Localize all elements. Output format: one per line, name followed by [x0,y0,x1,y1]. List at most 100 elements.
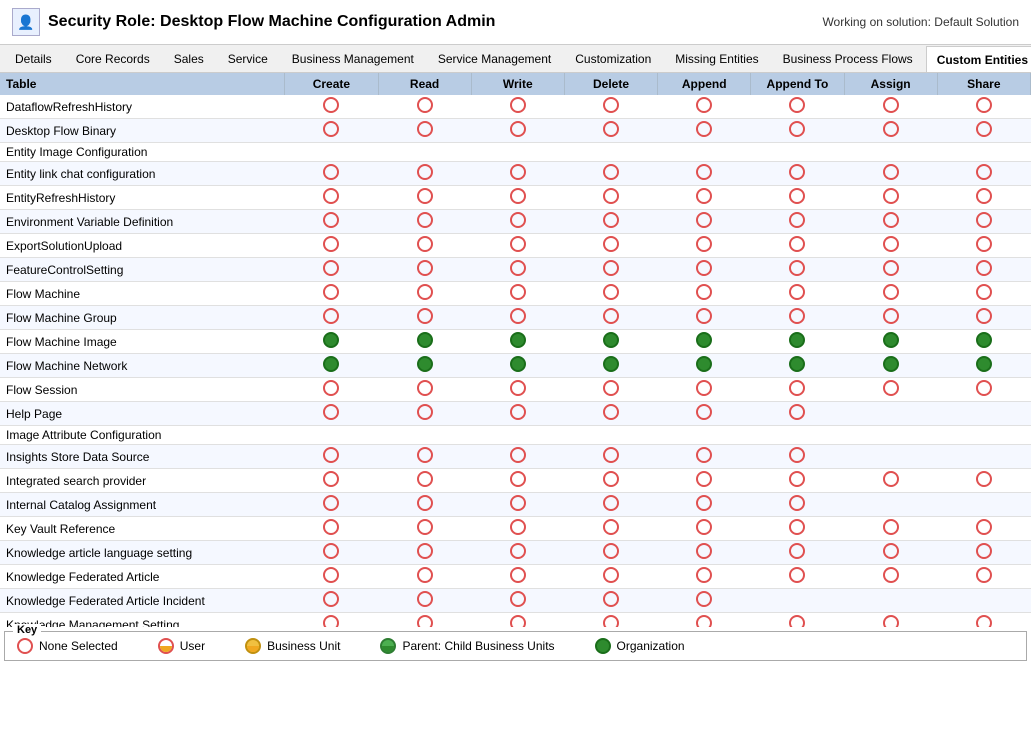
table-cell-read[interactable] [378,493,471,517]
table-cell-write[interactable] [471,565,564,589]
table-cell-append_to[interactable] [751,330,844,354]
table-cell-delete[interactable] [564,186,657,210]
table-cell-assign[interactable] [844,258,937,282]
table-cell-create[interactable] [285,162,378,186]
table-cell-create[interactable] [285,186,378,210]
table-cell-share[interactable] [937,613,1030,628]
table-cell-write[interactable] [471,541,564,565]
table-cell-assign[interactable] [844,306,937,330]
table-cell-assign[interactable] [844,378,937,402]
table-cell-create[interactable] [285,589,378,613]
table-cell-delete[interactable] [564,210,657,234]
table-cell-delete[interactable] [564,354,657,378]
table-cell-append[interactable] [658,186,751,210]
table-cell-read[interactable] [378,258,471,282]
table-cell-share[interactable] [937,402,1030,426]
table-cell-append_to[interactable] [751,517,844,541]
table-cell-append[interactable] [658,469,751,493]
table-cell-assign[interactable] [844,95,937,119]
table-cell-create[interactable] [285,541,378,565]
table-cell-delete[interactable] [564,95,657,119]
table-cell-share[interactable] [937,378,1030,402]
table-cell-write[interactable] [471,95,564,119]
table-cell-share[interactable] [937,565,1030,589]
table-cell-append[interactable] [658,613,751,628]
table-cell-write[interactable] [471,402,564,426]
table-cell-append[interactable] [658,402,751,426]
table-cell-share[interactable] [937,541,1030,565]
table-cell-append_to[interactable] [751,613,844,628]
table-cell-assign[interactable] [844,541,937,565]
table-cell-append[interactable] [658,426,751,445]
table-cell-append_to[interactable] [751,162,844,186]
table-cell-read[interactable] [378,378,471,402]
table-cell-append[interactable] [658,589,751,613]
table-cell-append_to[interactable] [751,95,844,119]
table-cell-share[interactable] [937,469,1030,493]
table-cell-write[interactable] [471,162,564,186]
table-cell-share[interactable] [937,426,1030,445]
table-cell-write[interactable] [471,378,564,402]
table-cell-read[interactable] [378,143,471,162]
table-cell-assign[interactable] [844,445,937,469]
table-cell-read[interactable] [378,210,471,234]
table-cell-append[interactable] [658,234,751,258]
tab-sales[interactable]: Sales [163,45,215,72]
table-cell-write[interactable] [471,589,564,613]
table-cell-write[interactable] [471,493,564,517]
table-cell-write[interactable] [471,234,564,258]
table-cell-append[interactable] [658,445,751,469]
table-cell-create[interactable] [285,306,378,330]
table-cell-write[interactable] [471,330,564,354]
table-cell-assign[interactable] [844,402,937,426]
table-cell-read[interactable] [378,186,471,210]
table-cell-write[interactable] [471,426,564,445]
table-cell-append[interactable] [658,282,751,306]
table-cell-read[interactable] [378,426,471,445]
table-cell-create[interactable] [285,143,378,162]
table-cell-delete[interactable] [564,402,657,426]
table-cell-append_to[interactable] [751,210,844,234]
table-cell-create[interactable] [285,234,378,258]
table-cell-write[interactable] [471,186,564,210]
table-cell-share[interactable] [937,186,1030,210]
table-cell-append_to[interactable] [751,258,844,282]
table-cell-assign[interactable] [844,354,937,378]
table-cell-delete[interactable] [564,258,657,282]
table-cell-create[interactable] [285,613,378,628]
table-cell-append_to[interactable] [751,445,844,469]
table-cell-create[interactable] [285,493,378,517]
table-cell-share[interactable] [937,143,1030,162]
table-cell-read[interactable] [378,234,471,258]
table-cell-share[interactable] [937,354,1030,378]
table-cell-read[interactable] [378,162,471,186]
table-cell-create[interactable] [285,282,378,306]
table-cell-append_to[interactable] [751,186,844,210]
table-cell-append_to[interactable] [751,541,844,565]
table-cell-append_to[interactable] [751,589,844,613]
table-cell-create[interactable] [285,426,378,445]
table-cell-append[interactable] [658,210,751,234]
table-cell-append_to[interactable] [751,426,844,445]
table-cell-write[interactable] [471,119,564,143]
table-cell-delete[interactable] [564,565,657,589]
table-cell-share[interactable] [937,282,1030,306]
table-cell-share[interactable] [937,517,1030,541]
table-inner[interactable]: TableCreateReadWriteDeleteAppendAppend T… [0,73,1031,627]
table-cell-delete[interactable] [564,282,657,306]
table-cell-create[interactable] [285,119,378,143]
table-cell-append[interactable] [658,493,751,517]
table-cell-append_to[interactable] [751,469,844,493]
table-cell-assign[interactable] [844,330,937,354]
tab-service[interactable]: Service [217,45,279,72]
tab-business-process-flows[interactable]: Business Process Flows [772,45,924,72]
table-cell-write[interactable] [471,306,564,330]
table-cell-read[interactable] [378,95,471,119]
table-cell-append_to[interactable] [751,119,844,143]
table-cell-share[interactable] [937,445,1030,469]
table-cell-assign[interactable] [844,210,937,234]
table-cell-write[interactable] [471,354,564,378]
table-cell-share[interactable] [937,234,1030,258]
table-cell-write[interactable] [471,469,564,493]
table-cell-append[interactable] [658,330,751,354]
